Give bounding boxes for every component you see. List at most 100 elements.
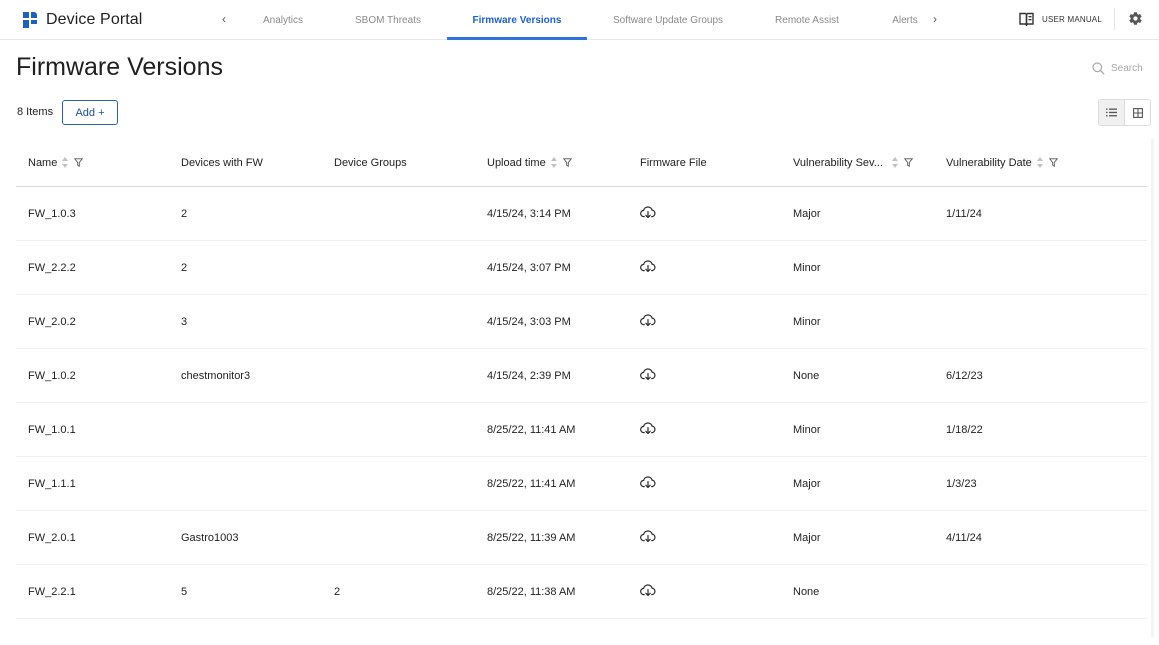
- table-scrollbar[interactable]: [1151, 138, 1154, 638]
- sort-icon[interactable]: [550, 157, 558, 168]
- sort-icon[interactable]: [1036, 157, 1044, 168]
- cell-devices-with-fw: chestmonitor3: [181, 369, 251, 382]
- cloud-download-icon[interactable]: [640, 205, 656, 222]
- table-row[interactable]: FW_1.0.3 2 4/15/24, 3:14 PM Major 1/11/2…: [16, 187, 1147, 241]
- cell-vulnerability-date: 1/11/24: [946, 207, 982, 220]
- cloud-download-icon[interactable]: [640, 259, 656, 276]
- app-title: Device Portal: [46, 11, 143, 28]
- cell-vulnerability-severity: None: [793, 369, 820, 382]
- cell-name: FW_1.0.1: [28, 423, 76, 436]
- cell-upload-time: 4/15/24, 3:07 PM: [487, 261, 571, 274]
- top-navigation-bar: Device Portal ‹ Analytics SBOM Threats F…: [0, 0, 1159, 40]
- grid-view-button[interactable]: [1125, 100, 1150, 125]
- table-row[interactable]: FW_2.2.2 2 4/15/24, 3:07 PM Minor: [16, 241, 1147, 295]
- cell-vulnerability-severity: Major: [793, 477, 821, 490]
- table-row[interactable]: FW_1.0.1 8/25/22, 11:41 AM Minor 1/18/22: [16, 403, 1147, 457]
- cell-vulnerability-severity: Major: [793, 207, 821, 220]
- header-divider: [1114, 8, 1115, 30]
- cloud-download-icon[interactable]: [640, 475, 656, 492]
- cell-vulnerability-severity: Minor: [793, 423, 821, 436]
- column-header-device-groups: Device Groups: [334, 138, 407, 187]
- tab-alerts[interactable]: Alerts: [884, 0, 926, 40]
- cell-upload-time: 4/15/24, 2:39 PM: [487, 369, 571, 382]
- cloud-download-icon[interactable]: [640, 583, 656, 600]
- cell-devices-with-fw: 2: [181, 207, 188, 220]
- grid-view-icon: [1132, 107, 1143, 118]
- cloud-download-icon[interactable]: [640, 421, 656, 438]
- cell-firmware-file: [640, 187, 656, 240]
- add-firmware-button[interactable]: Add +: [62, 100, 118, 125]
- tab-sbom-threats[interactable]: SBOM Threats: [346, 0, 430, 40]
- cell-vulnerability-date: 1/3/23: [946, 477, 977, 490]
- list-view-icon: [1106, 108, 1117, 117]
- cell-firmware-file: [640, 511, 656, 564]
- cell-name: FW_2.0.2: [28, 315, 76, 328]
- item-count: 8 Items: [17, 106, 54, 118]
- column-label: Device Groups: [334, 156, 407, 169]
- column-header-vulnerability-severity: Vulnerability Sev...: [793, 138, 913, 187]
- tab-analytics[interactable]: Analytics: [252, 0, 314, 40]
- tab-software-update-groups[interactable]: Software Update Groups: [605, 0, 731, 40]
- device-portal-logo-icon: [23, 12, 37, 28]
- table-row[interactable]: FW_2.0.2 3 4/15/24, 3:03 PM Minor: [16, 295, 1147, 349]
- cell-devices-with-fw: 3: [181, 315, 188, 328]
- filter-icon[interactable]: [1048, 158, 1058, 167]
- column-label: Vulnerability Sev...: [793, 156, 883, 169]
- gear-icon[interactable]: [1128, 11, 1143, 26]
- cell-vulnerability-severity: Major: [793, 531, 821, 544]
- firmware-table: Name Devices with FW Device Groups Uploa…: [16, 138, 1147, 619]
- user-manual-label: USER MANUAL: [1042, 14, 1102, 24]
- column-label: Name: [28, 156, 58, 169]
- cell-vulnerability-severity: Minor: [793, 261, 821, 274]
- tab-firmware-versions[interactable]: Firmware Versions: [447, 0, 587, 40]
- cell-name: FW_2.2.2: [28, 261, 76, 274]
- sort-icon[interactable]: [62, 157, 69, 168]
- filter-icon[interactable]: [903, 158, 913, 167]
- column-label: Upload time: [487, 156, 546, 169]
- list-view-button[interactable]: [1099, 100, 1125, 125]
- search-icon: [1092, 61, 1105, 75]
- search-box[interactable]: Search: [1092, 60, 1143, 76]
- table-body: FW_1.0.3 2 4/15/24, 3:14 PM Major 1/11/2…: [16, 187, 1147, 619]
- cell-firmware-file: [640, 403, 656, 456]
- cell-name: FW_2.0.1: [28, 531, 76, 544]
- cell-devices-with-fw: 5: [181, 585, 188, 598]
- page-title: Firmware Versions: [16, 53, 223, 81]
- tab-remote-assist[interactable]: Remote Assist: [766, 0, 848, 40]
- cell-devices-with-fw: Gastro1003: [181, 531, 239, 544]
- cell-upload-time: 4/15/24, 3:14 PM: [487, 207, 571, 220]
- cell-upload-time: 4/15/24, 3:03 PM: [487, 315, 571, 328]
- column-label: Firmware File: [640, 156, 707, 169]
- filter-icon[interactable]: [74, 158, 84, 167]
- table-row[interactable]: FW_2.2.1 5 2 8/25/22, 11:38 AM None: [16, 565, 1147, 619]
- cloud-download-icon[interactable]: [640, 529, 656, 546]
- cell-vulnerability-severity: None: [793, 585, 820, 598]
- cloud-download-icon[interactable]: [640, 367, 656, 384]
- cell-vulnerability-date: 1/18/22: [946, 423, 983, 436]
- user-manual-link[interactable]: USER MANUAL: [1019, 11, 1102, 27]
- column-label: Vulnerability Date: [946, 156, 1032, 169]
- table-header: Name Devices with FW Device Groups Uploa…: [16, 138, 1147, 187]
- cell-upload-time: 8/25/22, 11:41 AM: [487, 423, 576, 436]
- sort-icon[interactable]: [891, 157, 899, 168]
- table-row[interactable]: FW_1.0.2 chestmonitor3 4/15/24, 2:39 PM …: [16, 349, 1147, 403]
- nav-scroll-right-icon[interactable]: ›: [929, 12, 941, 26]
- table-row[interactable]: FW_2.0.1 Gastro1003 8/25/22, 11:39 AM Ma…: [16, 511, 1147, 565]
- nav-scroll-left-icon[interactable]: ‹: [218, 12, 230, 26]
- cell-device-groups: 2: [334, 585, 341, 598]
- table-row[interactable]: FW_1.1.1 8/25/22, 11:41 AM Major 1/3/23: [16, 457, 1147, 511]
- filter-icon[interactable]: [562, 158, 572, 167]
- column-header-name: Name: [28, 138, 84, 187]
- cell-firmware-file: [640, 295, 656, 348]
- cell-firmware-file: [640, 457, 656, 510]
- cell-name: FW_1.1.1: [28, 477, 76, 490]
- column-header-devices: Devices with FW: [181, 138, 263, 187]
- cloud-download-icon[interactable]: [640, 313, 656, 330]
- column-header-firmware-file: Firmware File: [640, 138, 707, 187]
- cell-firmware-file: [640, 241, 656, 294]
- search-placeholder: Search: [1111, 62, 1143, 74]
- cell-upload-time: 8/25/22, 11:41 AM: [487, 477, 576, 490]
- brand[interactable]: Device Portal: [23, 10, 142, 30]
- view-toggle: [1098, 99, 1151, 126]
- column-header-vulnerability-date: Vulnerability Date: [946, 138, 1058, 187]
